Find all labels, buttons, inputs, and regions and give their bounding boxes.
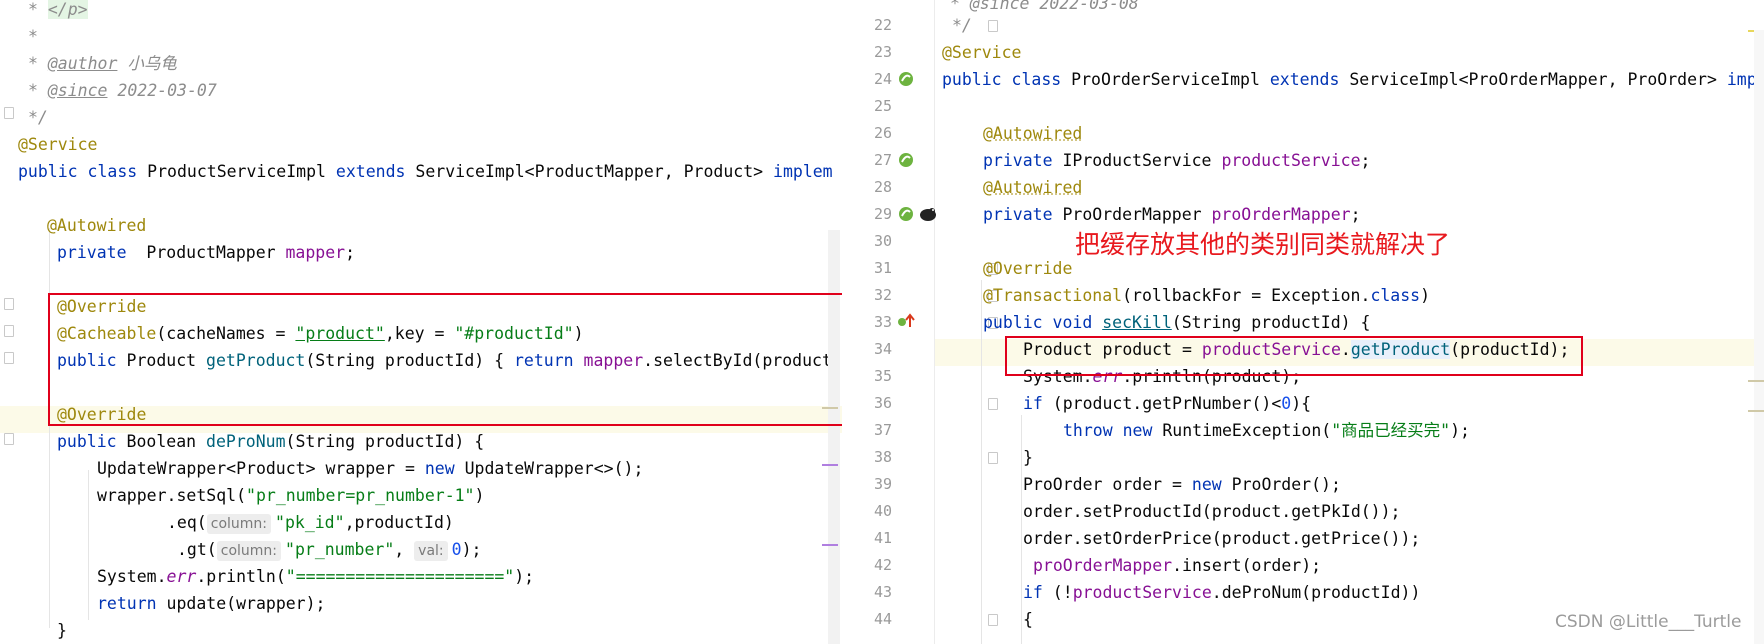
code-line: private IProductService productService; <box>983 151 1371 170</box>
indent-guide <box>88 470 89 620</box>
line-number: 43 <box>873 583 892 601</box>
line-number: 25 <box>873 97 892 115</box>
code-line: @Override <box>983 259 1073 278</box>
fold-marker-icon[interactable] <box>988 614 998 626</box>
change-marker <box>1748 380 1764 382</box>
highlight-box-left <box>48 293 877 426</box>
code-line: System.err.println("====================… <box>97 567 535 586</box>
line-number: 32 <box>873 286 892 304</box>
line-number: 35 <box>873 367 892 385</box>
fold-marker-icon[interactable] <box>988 452 998 464</box>
fold-marker-icon[interactable] <box>988 398 998 410</box>
code-line: private ProductMapper mapper; <box>57 243 356 262</box>
line-number: 40 <box>873 502 892 520</box>
line-number: 26 <box>873 124 892 142</box>
line-number: 36 <box>873 394 892 412</box>
code-line: * <box>28 27 38 46</box>
code-line: UpdateWrapper<Product> wrapper = new Upd… <box>97 459 644 478</box>
line-number: 22 <box>873 16 892 34</box>
spring-bean-icon[interactable] <box>898 152 914 168</box>
line-number: 39 <box>873 475 892 493</box>
code-line: @Autowired <box>47 216 147 235</box>
code-line: private ProOrderMapper proOrderMapper; <box>983 205 1361 224</box>
code-line: .eq(column: "pk_id",productId) <box>167 513 454 534</box>
line-number: 23 <box>873 43 892 61</box>
change-marker <box>1748 410 1764 412</box>
code-line: public class ProOrderServiceImpl extends… <box>942 70 1757 89</box>
line-number: 33 <box>873 313 892 331</box>
right-editor-pane[interactable]: 22 23 24 25 26 27 28 29 30 31 32 33 34 3… <box>842 0 1764 644</box>
watermark: CSDN @Little___Turtle <box>1555 612 1742 632</box>
code-line: * @since 2022-03-08 <box>950 0 1139 13</box>
annotation-note: 把缓存放其他的类别同类就解决了 <box>1075 230 1451 259</box>
override-arrow-icon[interactable] <box>896 313 918 329</box>
change-marker <box>822 464 838 466</box>
line-number: 44 <box>873 610 892 628</box>
fold-marker-icon[interactable] <box>4 107 14 119</box>
change-marker <box>822 544 838 546</box>
code-line: public void secKill(String productId) { <box>983 313 1371 332</box>
highlight-box-right <box>1005 336 1583 376</box>
code-line: order.setProductId(product.getPkId()); <box>1023 502 1401 521</box>
fold-marker-icon[interactable] <box>988 20 998 32</box>
code-line: * @since 2022-03-07 <box>28 81 217 100</box>
code-line: if (product.getPrNumber()<0){ <box>1023 394 1312 413</box>
code-line: public class ProductServiceImpl extends … <box>18 162 833 181</box>
code-line: */ <box>28 108 48 127</box>
code-line: } <box>57 621 67 640</box>
code-line: @Autowired <box>983 178 1083 197</box>
param-hint: column: <box>216 541 282 561</box>
param-hint: val: <box>414 541 448 561</box>
code-line: @Autowired <box>983 124 1083 143</box>
code-line: wrapper.setSql("pr_number=pr_number-1") <box>97 486 485 505</box>
code-line: * @author 小乌龟 <box>28 54 177 73</box>
fold-marker-icon[interactable] <box>4 352 14 364</box>
indent-guide <box>49 228 50 628</box>
code-line: return update(wrapper); <box>97 594 326 613</box>
code-line: } <box>1023 448 1033 467</box>
code-line: .gt(column: "pr_number", val: 0); <box>177 540 482 561</box>
code-line: if (!productService.deProNum(productId)) <box>1023 583 1421 602</box>
line-number: 30 <box>873 232 892 250</box>
code-line: * </p> <box>28 0 88 19</box>
spring-bean-icon[interactable] <box>898 71 914 87</box>
fold-marker-icon[interactable] <box>4 325 14 337</box>
vertical-scrollbar[interactable] <box>1754 30 1764 644</box>
fold-marker-icon[interactable] <box>4 433 14 445</box>
line-number: 28 <box>873 178 892 196</box>
line-number: 31 <box>873 259 892 277</box>
fold-marker-icon[interactable] <box>4 298 14 310</box>
line-number: 41 <box>873 529 892 547</box>
code-line: @Transactional(rollbackFor = Exception.c… <box>983 286 1431 305</box>
code-line: @Service <box>942 43 1022 62</box>
line-number: 27 <box>873 151 892 169</box>
code-line: ProOrder order = new ProOrder(); <box>1023 475 1341 494</box>
line-number: 37 <box>873 421 892 439</box>
code-line: */ <box>952 16 972 35</box>
param-hint: column: <box>206 514 272 534</box>
spring-bean-icon[interactable] <box>898 206 914 222</box>
code-line: order.setOrderPrice(product.getPrice()); <box>1023 529 1421 548</box>
code-line: proOrderMapper.insert(order); <box>1033 556 1322 575</box>
code-line: { <box>1023 610 1033 629</box>
line-number: 34 <box>873 340 892 358</box>
line-number: 29 <box>873 205 892 223</box>
indent-guide <box>981 280 982 644</box>
mybatis-bird-icon[interactable] <box>918 205 938 223</box>
line-number: 24 <box>873 70 892 88</box>
code-line: throw new RuntimeException("商品已经买完"); <box>1063 421 1470 440</box>
code-line: public Boolean deProNum(String productId… <box>57 432 485 451</box>
code-line: @Service <box>18 135 98 154</box>
line-number: 38 <box>873 448 892 466</box>
indent-guide <box>1021 415 1022 644</box>
line-number: 42 <box>873 556 892 574</box>
